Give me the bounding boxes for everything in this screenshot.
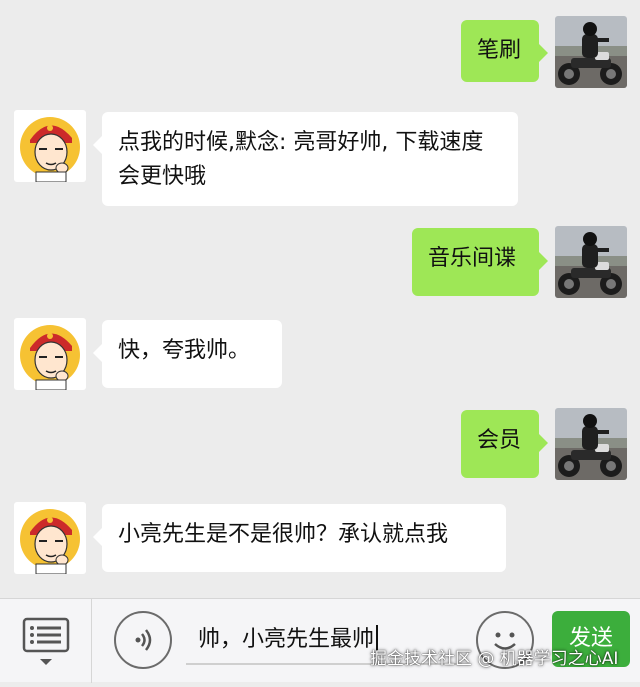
- message-text: 音乐间谍: [428, 246, 517, 271]
- bot-avatar[interactable]: [14, 318, 86, 390]
- bot-avatar[interactable]: [14, 502, 86, 574]
- menu-list-icon: [22, 617, 70, 665]
- voice-button[interactable]: [114, 611, 172, 669]
- message-text: 快，夸我帅。: [118, 338, 251, 363]
- incoming-message-bubble[interactable]: 快，夸我帅。: [93, 320, 282, 388]
- cartoon-boy-avatar-image: [14, 110, 86, 182]
- user-avatar[interactable]: [555, 408, 627, 480]
- motorcycle-rider-avatar-image: [555, 408, 627, 480]
- message-text: 点我的时候,默念: 亮哥好帅, 下载速度会更快哦: [118, 130, 484, 189]
- message-row: 小亮先生是不是很帅？承认就点我: [0, 502, 640, 578]
- message-text: 笔刷: [477, 38, 522, 63]
- cartoon-boy-avatar-image: [14, 502, 86, 574]
- incoming-message-bubble[interactable]: 点我的时候,默念: 亮哥好帅, 下载速度会更快哦: [93, 112, 518, 206]
- watermark-text: 掘金技术社区 @ 机器学习之心AI: [370, 649, 619, 669]
- message-row: 笔刷: [0, 16, 640, 88]
- cartoon-boy-avatar-image: [14, 318, 86, 390]
- outgoing-message-bubble[interactable]: 音乐间谍: [412, 228, 548, 296]
- input-bar: 帅，小亮先生最帅 发送: [0, 598, 640, 683]
- outgoing-message-bubble[interactable]: 笔刷: [461, 20, 548, 82]
- user-avatar[interactable]: [555, 16, 627, 88]
- bot-avatar[interactable]: [14, 110, 86, 182]
- chat-area: 笔刷 点我的时候,默念: 亮哥好帅, 下载速度会更快哦 音乐间谍 快，夸我帅。 …: [0, 0, 640, 598]
- outgoing-message-bubble[interactable]: 会员: [461, 410, 548, 478]
- message-text: 小亮先生是不是很帅？承认就点我: [118, 522, 449, 547]
- message-row: 点我的时候,默念: 亮哥好帅, 下载速度会更快哦: [0, 110, 640, 210]
- incoming-message-bubble[interactable]: 小亮先生是不是很帅？承认就点我: [93, 504, 506, 572]
- menu-button[interactable]: [0, 599, 92, 683]
- message-text: 会员: [477, 428, 522, 453]
- voice-icon: [135, 629, 152, 651]
- message-input-value: 帅，小亮先生最帅: [198, 621, 379, 653]
- motorcycle-rider-avatar-image: [555, 16, 627, 88]
- motorcycle-rider-avatar-image: [555, 226, 627, 298]
- message-row: 音乐间谍: [0, 226, 640, 298]
- message-row: 会员: [0, 408, 640, 484]
- user-avatar[interactable]: [555, 226, 627, 298]
- message-row: 快，夸我帅。: [0, 318, 640, 394]
